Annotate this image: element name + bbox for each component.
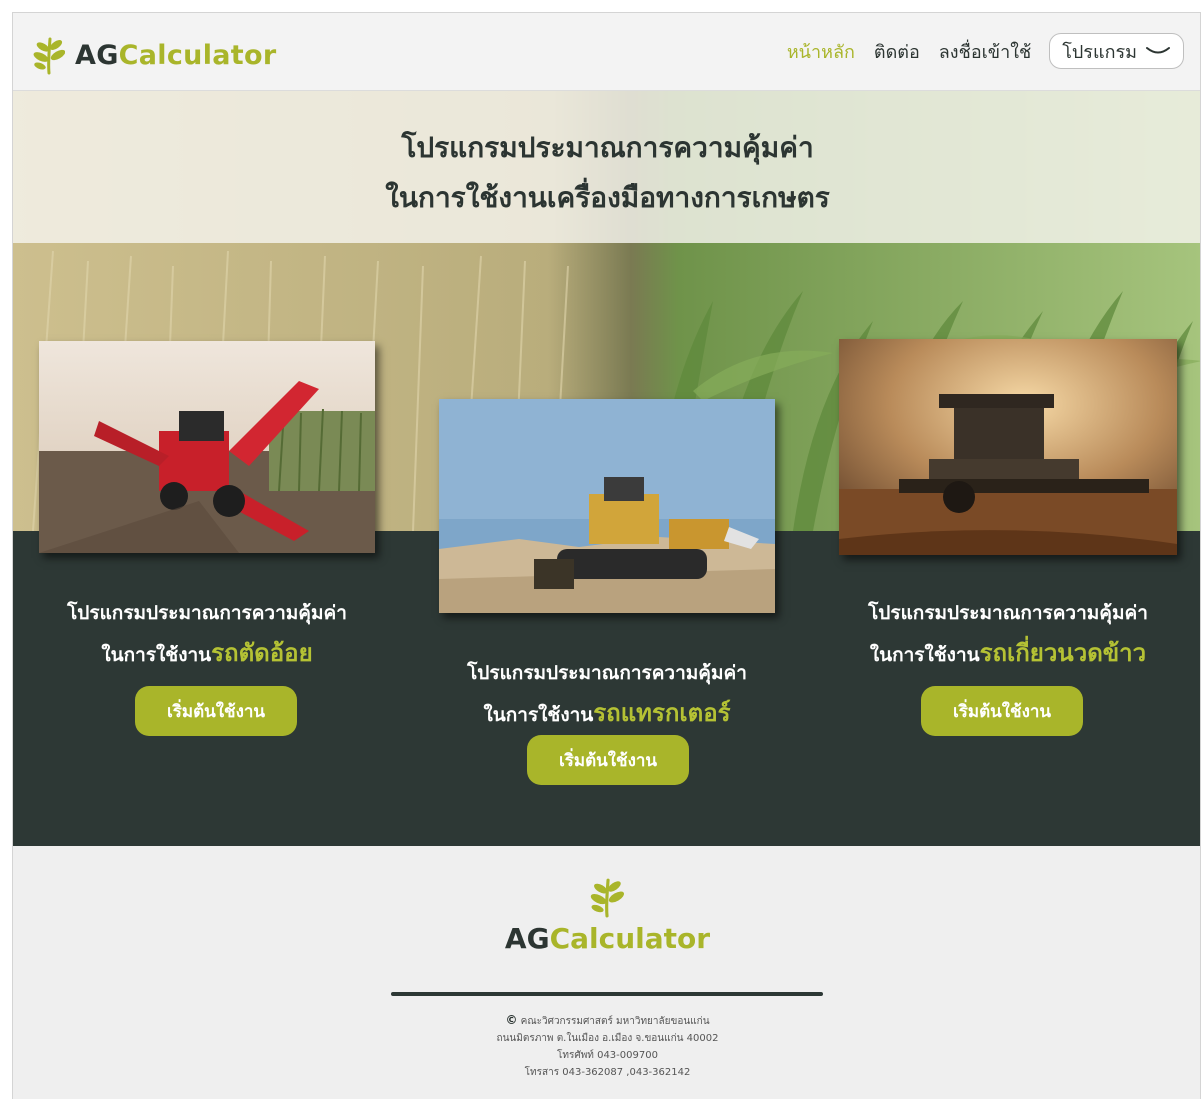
card-sugarcane-line1: โปรแกรมประมาณการความคุ้มค่า	[67, 602, 347, 624]
hero-title: โปรแกรมประมาณการความคุ้มค่า ในการใช้งานเ…	[13, 123, 1200, 223]
card-sugarcane-line2: ในการใช้งานรถตัดอ้อย	[37, 633, 377, 675]
program-dropdown[interactable]: โปรแกรม	[1049, 33, 1184, 69]
nav-login-link[interactable]: ลงชื่อเข้าใช้	[939, 37, 1031, 66]
brand-logo[interactable]: AGCalculator	[33, 35, 276, 75]
footer-divider	[391, 992, 823, 996]
card-tractor-text: โปรแกรมประมาณการความคุ้มค่า ในการใช้งานร…	[437, 653, 777, 735]
footer-fax: โทรสาร 043-362087 ,043-362142	[524, 1067, 691, 1078]
card-tractor-highlight: รถแทรกเตอร์	[593, 699, 731, 727]
copyright-icon: ©	[505, 1013, 518, 1027]
card-tractor-line2: ในการใช้งานรถแทรกเตอร์	[437, 693, 777, 735]
combine-harvester-image	[839, 339, 1177, 555]
card-tractor-line1: โปรแกรมประมาณการความคุ้มค่า	[467, 662, 747, 684]
nav-home-link[interactable]: หน้าหลัก	[787, 37, 855, 66]
main-nav: หน้าหลัก ติดต่อ ลงชื่อเข้าใช้ โปรแกรม	[768, 33, 1184, 69]
footer-contact-info: © คณะวิศวกรรมศาสตร์ มหาวิทยาลัยขอนแก่น ถ…	[13, 1012, 1200, 1081]
footer-phone: โทรศัพท์ 043-009700	[557, 1050, 658, 1061]
start-tractor-button[interactable]: เริ่มต้นใช้งาน	[527, 735, 689, 785]
chevron-down-icon	[1146, 47, 1170, 54]
hero-title-line2: ในการใช้งานเครื่องมือทางการเกษตร	[385, 181, 830, 214]
tractor-image	[439, 399, 775, 613]
card-sugarcane-prefix: ในการใช้งาน	[101, 644, 212, 666]
footer-org: คณะวิศวกรรมศาสตร์ มหาวิทยาลัยขอนแก่น	[520, 1016, 710, 1027]
footer-brand-part1: AG	[504, 922, 550, 955]
footer-address: ถนนมิตรภาพ ต.ในเมือง อ.เมือง จ.ขอนแก่น 4…	[496, 1033, 719, 1044]
card-combine-prefix: ในการใช้งาน	[869, 644, 980, 666]
brand-name: AGCalculator	[75, 40, 276, 71]
start-combine-button[interactable]: เริ่มต้นใช้งาน	[921, 686, 1083, 736]
card-combine-highlight: รถเกี่ยวนวดข้าว	[979, 639, 1147, 667]
card-combine-line1: โปรแกรมประมาณการความคุ้มค่า	[868, 602, 1148, 624]
start-sugarcane-button[interactable]: เริ่มต้นใช้งาน	[135, 686, 297, 736]
brand-name-part1: AG	[75, 39, 119, 71]
brand-name-part2: Calculator	[118, 39, 277, 71]
card-combine-line2: ในการใช้งานรถเกี่ยวนวดข้าว	[837, 633, 1179, 675]
page-frame: AGCalculator หน้าหลัก ติดต่อ ลงชื่อเข้าใ…	[12, 12, 1201, 1099]
footer-brand: AGCalculator	[13, 922, 1200, 955]
program-dropdown-label: โปรแกรม	[1062, 41, 1137, 63]
card-tractor-prefix: ในการใช้งาน	[483, 704, 594, 726]
footer: AGCalculator © คณะวิศวกรรมศาสตร์ มหาวิทย…	[13, 846, 1200, 1099]
footer-brand-part2: Calculator	[549, 922, 711, 955]
leaf-logo-icon	[590, 878, 624, 918]
navbar: AGCalculator หน้าหลัก ติดต่อ ลงชื่อเข้าใ…	[13, 13, 1200, 91]
card-sugarcane-text: โปรแกรมประมาณการความคุ้มค่า ในการใช้งานร…	[37, 593, 377, 675]
hero-title-line1: โปรแกรมประมาณการความคุ้มค่า	[401, 131, 814, 164]
card-combine-text: โปรแกรมประมาณการความคุ้มค่า ในการใช้งานร…	[837, 593, 1179, 675]
card-sugarcane-highlight: รถตัดอ้อย	[211, 639, 313, 667]
nav-contact-link[interactable]: ติดต่อ	[874, 37, 920, 66]
sugarcane-harvester-image	[39, 341, 375, 553]
leaf-logo-icon	[33, 37, 65, 75]
